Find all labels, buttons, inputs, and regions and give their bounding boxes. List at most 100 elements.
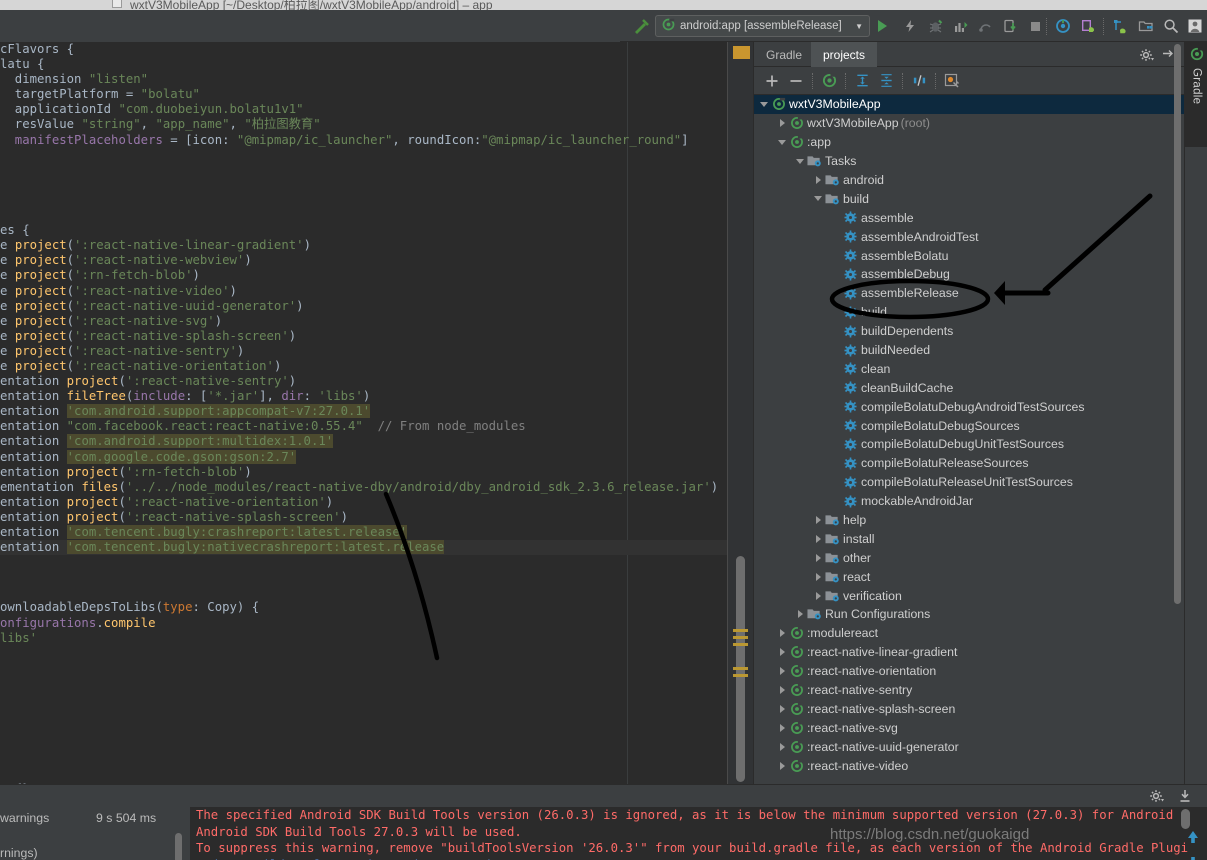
chevron-down-icon[interactable] bbox=[758, 101, 770, 107]
tree-item-assembleandroidtest[interactable]: assembleAndroidTest bbox=[754, 227, 1185, 246]
code-line[interactable] bbox=[0, 570, 727, 585]
add-gradle-project-button[interactable] bbox=[760, 70, 784, 92]
code-line[interactable]: ementation files('../../node_modules/rea… bbox=[0, 480, 727, 495]
code-line[interactable]: e project(':rn-fetch-blob') bbox=[0, 268, 727, 283]
chevron-right-icon[interactable] bbox=[776, 648, 788, 657]
tree-item-react-native-orientation[interactable]: :react-native-orientation bbox=[754, 662, 1185, 681]
attach-debugger-button[interactable] bbox=[975, 16, 995, 36]
chevron-down-icon[interactable] bbox=[776, 139, 788, 145]
code-line[interactable]: entation 'com.android.support:multidex:1… bbox=[0, 434, 727, 449]
code-line[interactable] bbox=[0, 706, 727, 721]
chevron-right-icon[interactable] bbox=[776, 742, 788, 751]
chevron-down-icon[interactable] bbox=[794, 158, 806, 164]
scroll-up-icon[interactable] bbox=[1185, 829, 1203, 847]
warning-marker-top[interactable] bbox=[733, 46, 750, 59]
code-line[interactable] bbox=[0, 148, 727, 163]
code-line[interactable] bbox=[0, 585, 727, 600]
chevron-right-icon[interactable] bbox=[794, 610, 806, 619]
warning-marker[interactable] bbox=[733, 643, 748, 646]
code-line[interactable]: targetPlatform = "bolatu" bbox=[0, 87, 727, 102]
remove-gradle-project-button[interactable] bbox=[784, 70, 808, 92]
code-line[interactable] bbox=[0, 163, 727, 178]
apply-changes-button[interactable] bbox=[900, 16, 920, 36]
tree-item-clean[interactable]: clean bbox=[754, 359, 1185, 378]
code-line[interactable]: applicationId "com.duobeiyun.bolatu1v1" bbox=[0, 102, 727, 117]
chevron-right-icon[interactable] bbox=[812, 176, 824, 184]
chevron-right-icon[interactable] bbox=[776, 723, 788, 732]
chevron-right-icon[interactable] bbox=[776, 119, 788, 128]
tree-item-wxtv3mobileapp[interactable]: wxtV3MobileApp bbox=[754, 95, 1185, 114]
gradle-tree-scrollbar-thumb[interactable] bbox=[1174, 44, 1181, 604]
tree-item-compilebolatudebugunittestsources[interactable]: compileBolatuDebugUnitTestSources bbox=[754, 435, 1185, 454]
code-line[interactable]: manifestPlaceholders = [icon: "@mipmap/i… bbox=[0, 133, 727, 148]
chevron-right-icon[interactable] bbox=[776, 629, 788, 638]
chevron-right-icon[interactable] bbox=[776, 704, 788, 713]
tree-item-build[interactable]: build bbox=[754, 189, 1185, 208]
user-account-button[interactable] bbox=[1185, 16, 1205, 36]
code-line[interactable]: e project(':react-native-sentry') bbox=[0, 344, 727, 359]
tree-item-react-native-linear-gradient[interactable]: :react-native-linear-gradient bbox=[754, 643, 1185, 662]
tree-item-android[interactable]: android bbox=[754, 171, 1185, 190]
tree-item-tasks[interactable]: Tasks bbox=[754, 152, 1185, 171]
code-line[interactable]: entation 'com.tencent.bugly:nativecrashr… bbox=[0, 540, 727, 556]
code-line[interactable]: libs' bbox=[0, 631, 727, 646]
execute-gradle-task-icon[interactable] bbox=[940, 70, 964, 92]
tree-item-react-native-video[interactable]: :react-native-video bbox=[754, 756, 1185, 775]
chevron-right-icon[interactable] bbox=[812, 516, 824, 525]
code-line[interactable]: e project(':react-native-video') bbox=[0, 284, 727, 299]
sync-project-button[interactable] bbox=[1000, 16, 1020, 36]
code-line[interactable]: onfigurations.compile bbox=[0, 616, 727, 631]
avd-manager-button[interactable] bbox=[1053, 16, 1073, 36]
tree-item-assemble[interactable]: assemble bbox=[754, 208, 1185, 227]
gear-icon[interactable] bbox=[1139, 47, 1155, 63]
tree-item-compilebolatureleasesources[interactable]: compileBolatuReleaseSources bbox=[754, 454, 1185, 473]
code-line[interactable]: resValue "string", "app_name", "柏拉图教育" bbox=[0, 117, 727, 132]
warning-marker[interactable] bbox=[733, 636, 748, 639]
code-line[interactable]: dimension "listen" bbox=[0, 72, 727, 87]
tree-item-react-native-svg[interactable]: :react-native-svg bbox=[754, 718, 1185, 737]
build-summary-list[interactable]: warnings 9 s 504 ms rnings) bbox=[0, 807, 185, 860]
console-scrollbar-thumb[interactable] bbox=[1181, 809, 1190, 829]
tab-gradle[interactable]: Gradle bbox=[754, 42, 814, 67]
tree-item-other[interactable]: other bbox=[754, 548, 1185, 567]
run-configuration-selector[interactable]: android:app [assembleRelease] ▼ bbox=[655, 15, 870, 37]
code-line[interactable]: entation "com.facebook.react:react-nativ… bbox=[0, 419, 727, 434]
tree-item-compilebolatudebugsources[interactable]: compileBolatuDebugSources bbox=[754, 416, 1185, 435]
code-editor[interactable]: cFlavors {latu { dimension "listen" targ… bbox=[0, 42, 727, 784]
tree-item-verification[interactable]: verification bbox=[754, 586, 1185, 605]
code-line[interactable] bbox=[0, 661, 727, 676]
tree-item-app[interactable]: :app bbox=[754, 133, 1185, 152]
code-line[interactable] bbox=[0, 555, 727, 570]
warning-marker[interactable] bbox=[733, 667, 748, 670]
tree-item-wxtv3mobileapp[interactable]: wxtV3MobileApp (root) bbox=[754, 114, 1185, 133]
warning-marker[interactable] bbox=[733, 674, 748, 677]
stop-button[interactable] bbox=[1025, 16, 1045, 36]
tree-item-react[interactable]: react bbox=[754, 567, 1185, 586]
code-line[interactable] bbox=[0, 646, 727, 661]
code-line[interactable] bbox=[0, 751, 727, 766]
build-settings-gear-icon[interactable] bbox=[1149, 788, 1165, 804]
tree-item-assemblerelease[interactable]: assembleRelease bbox=[754, 284, 1185, 303]
code-line[interactable]: entation project(':rn-fetch-blob') bbox=[0, 465, 727, 480]
chevron-right-icon[interactable] bbox=[812, 591, 824, 600]
code-line[interactable]: entation 'com.google.code.gson:gson:2.7' bbox=[0, 449, 727, 465]
minimize-panel-icon[interactable] bbox=[1177, 788, 1193, 804]
chevron-right-icon[interactable] bbox=[812, 553, 824, 562]
tree-item-assembledebug[interactable]: assembleDebug bbox=[754, 265, 1185, 284]
editor-marker-bar[interactable] bbox=[727, 42, 753, 784]
run-profiler-button[interactable] bbox=[950, 16, 970, 36]
chevron-right-icon[interactable] bbox=[776, 667, 788, 676]
code-line[interactable]: cFlavors { bbox=[0, 42, 727, 57]
tree-item-compilebolatureleaseunittestsources[interactable]: compileBolatuReleaseUnitTestSources bbox=[754, 473, 1185, 492]
code-line[interactable] bbox=[0, 721, 727, 736]
chevron-right-icon[interactable] bbox=[776, 686, 788, 695]
collapse-all-icon[interactable] bbox=[874, 70, 898, 92]
code-line[interactable]: entation fileTree(include: ['*.jar'], di… bbox=[0, 389, 727, 404]
scroll-down-icon[interactable] bbox=[1185, 855, 1203, 860]
toggle-offline-mode-icon[interactable] bbox=[907, 70, 931, 92]
tree-item-build[interactable]: build bbox=[754, 303, 1185, 322]
code-line[interactable]: entation 'com.tencent.bugly:crashreport:… bbox=[0, 525, 727, 540]
code-line[interactable] bbox=[0, 178, 727, 193]
tree-item-modulereact[interactable]: :modulereact bbox=[754, 624, 1185, 643]
tree-item-assemblebolatu[interactable]: assembleBolatu bbox=[754, 246, 1185, 265]
